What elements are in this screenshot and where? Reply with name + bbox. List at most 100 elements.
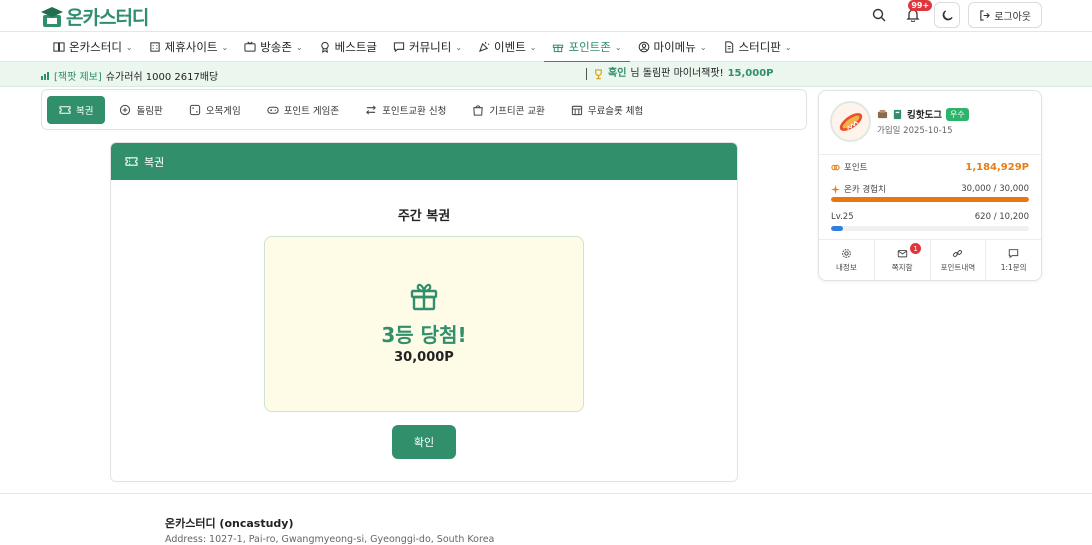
search-button[interactable] [866,2,892,28]
logo-cap-icon [41,6,63,27]
level-progress-bar [831,226,1029,231]
hotdog-avatar-icon [839,112,862,131]
search-icon [872,8,886,22]
join-date: 가입일 2025-10-15 [877,126,953,136]
chevron-down-icon: ⌄ [529,42,537,52]
subtab-6[interactable]: 무료슬롯 체험 [559,96,655,124]
chevron-down-icon: ⌄ [699,42,707,52]
prize-result-box: 3등 당첨! 30,000P [264,236,584,412]
subtab-label: 돌림판 [136,105,163,117]
nav-item-2[interactable]: 방송존 ⌄ [236,32,310,62]
nav-item-4[interactable]: 커뮤니티 ⌄ [385,32,470,62]
profile-menu-label: 쪽지함 [891,263,913,272]
ticker-tag: [잭팟 제보] [54,72,102,83]
points-label: 포인트 [844,163,868,173]
ticket-icon [125,157,138,166]
points-value: 1,184,929P [965,161,1029,173]
level-badge-icon [877,109,888,118]
nav-item-label: 스터디판 [738,40,781,54]
chat-icon [393,42,405,53]
footer-company: 온카스터디 (oncastudy) [165,517,294,530]
exchange-icon [366,104,377,115]
tv-icon [244,41,256,52]
ticker-text[interactable]: 슈가러쉬 1000 2617배당 [106,68,218,83]
notification-button[interactable]: 99+ [900,0,933,28]
logout-icon [980,9,991,21]
nav-item-label: 마이메뉴 [653,40,696,54]
logout-button[interactable]: 로그아웃 [968,2,1042,28]
chart-icon [41,71,49,80]
gift-icon [553,44,564,53]
subtab-3[interactable]: 포인트 게임존 [255,96,351,124]
nav-item-3[interactable]: 베스트글 [311,32,385,62]
prize-amount: 30,000P [394,350,454,365]
avatar[interactable] [830,101,871,142]
ticket-icon [59,105,71,114]
chevron-down-icon: ⌄ [784,42,792,52]
profile-menu-label: 내정보 [836,263,857,272]
subtab-label: 복권 [76,105,94,117]
confirm-button[interactable]: 확인 [392,425,456,459]
profile-menu-item-0[interactable]: 내정보 [819,240,875,280]
prize-result-text: 3등 당첨! [381,323,467,347]
nav-item-5[interactable]: 이벤트 ⌄ [470,32,544,62]
building-icon [149,42,160,52]
nav-item-1[interactable]: 제휴사이트 ⌄ [141,32,237,62]
profile-menu-label: 1:1문의 [1000,263,1027,272]
nav-item-6[interactable]: 포인트존 ⌄ [544,32,630,63]
subtab-5[interactable]: 기프티콘 교환 [460,96,556,124]
message-icon [1008,249,1019,259]
profile-menu-item-3[interactable]: 1:1문의 [986,240,1041,280]
mail-icon [897,250,907,258]
nav-item-label: 방송존 [260,40,292,54]
dark-mode-toggle[interactable] [934,2,961,28]
profile-card: 킹핫도그 우수 가입일 2025-10-15 포인트 1,184,929P 온카… [818,90,1042,281]
subtab-1[interactable]: 돌림판 [107,96,174,124]
nav-item-0[interactable]: 온카스터디 ⌄ [45,32,141,62]
nav-item-label: 온카스터디 [69,40,122,54]
profile-menu-item-1[interactable]: 1 쪽지함 [875,240,931,280]
subtab-label: 무료슬롯 체험 [587,105,644,117]
profile-name: 킹핫도그 [907,110,942,121]
chevron-down-icon: ⌄ [455,42,463,52]
chevron-down-icon: ⌄ [125,42,133,52]
subtab-0[interactable]: 복권 [47,95,106,124]
nav-item-8[interactable]: 스터디판 ⌄ [715,32,800,62]
ticker-message: 님 돌림판 마이너잭팟! [630,68,724,79]
subtab-4[interactable]: 포인트교환 신청 [353,96,458,124]
dice-icon [189,104,200,115]
nav-item-label: 커뮤니티 [409,40,452,54]
footer-address: Address: 1027-1, Pai-ro, Gwangmyeong-si,… [165,534,495,545]
user-icon [638,41,649,53]
gift-icon [410,283,438,311]
sparkle-icon [831,184,840,194]
profile-menu-item-2[interactable]: 포인트내역 [931,240,987,280]
subtab-2[interactable]: 오목게임 [177,96,253,124]
lottery-header-label: 복권 [144,155,165,169]
chevron-down-icon: ⌄ [221,42,229,52]
unread-badge: 1 [910,243,922,254]
subtab-label: 오목게임 [205,105,241,117]
exp-progress-bar [831,197,1029,202]
level-label: Lv.25 [831,212,854,222]
slot-icon [571,105,582,115]
jackpot-ticker: [잭팟 제보] 슈가러쉬 1000 2617배당 혹인 님 돌림판 마이너잭팟!… [0,62,1092,87]
nav-item-label: 베스트글 [334,40,377,54]
top-bar: 온카스터디 99+ 로그아웃 [0,0,1092,31]
nav-item-label: 이벤트 [494,40,526,54]
grade-badge: 우수 [945,107,969,121]
document-icon [724,41,733,53]
nav-item-7[interactable]: 마이메뉴 ⌄ [630,32,715,62]
site-logo[interactable]: 온카스터디 [40,3,149,30]
ticker-amount: 15,000P [727,68,774,79]
notification-badge: 99+ [908,0,933,11]
coin-link-icon [831,164,840,170]
pointzone-subtabs: 복권 돌림판 오목게임 포인트 게임존 포인트교환 신청 기프티콘 교환 무료슬롯 체험 [41,89,807,130]
lottery-card: 복권 주간 복권 3등 당첨! 30,000P 확인 [110,142,738,482]
gear-icon [842,249,851,258]
moon-icon [942,9,953,20]
ticker-user: 혹인 [608,68,627,79]
footer: 온카스터디 (oncastudy) Address: 1027-1, Pai-r… [0,493,1092,545]
book-icon [53,42,65,52]
exp-label: 온카 경험치 [844,185,886,195]
